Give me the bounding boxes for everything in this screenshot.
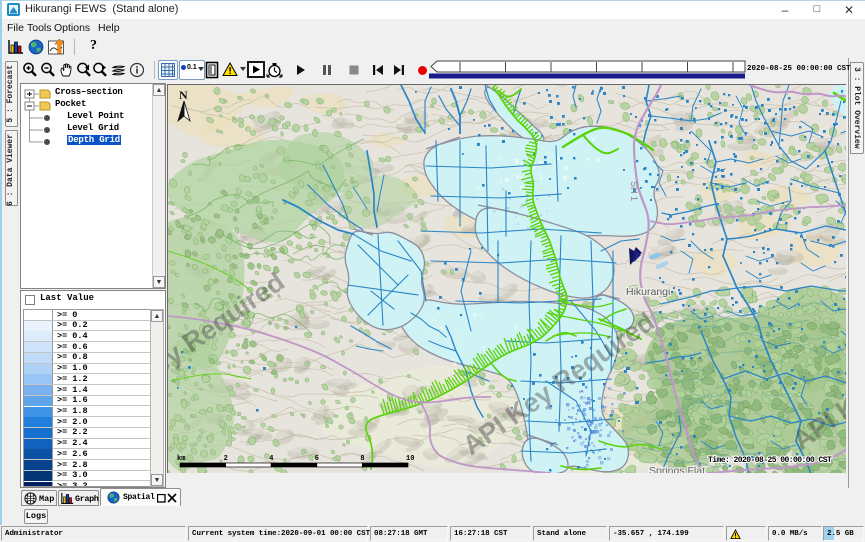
svg-text:N: N <box>179 88 188 102</box>
svg-text:km: km <box>177 455 185 463</box>
svg-text:6: 6 <box>315 455 319 463</box>
svg-text:Hikurangi: Hikurangi <box>626 286 670 298</box>
svg-text:Time: 2020-08-25 00:00:00 CST: Time: 2020-08-25 00:00:00 CST <box>708 456 832 465</box>
svg-text:Springs Flat: Springs Flat <box>649 465 705 473</box>
svg-text:8: 8 <box>360 455 364 463</box>
svg-text:4: 4 <box>269 455 273 463</box>
svg-text:10: 10 <box>406 455 414 463</box>
svg-text:2: 2 <box>224 455 228 463</box>
svg-text:SH 1: SH 1 <box>629 181 639 201</box>
